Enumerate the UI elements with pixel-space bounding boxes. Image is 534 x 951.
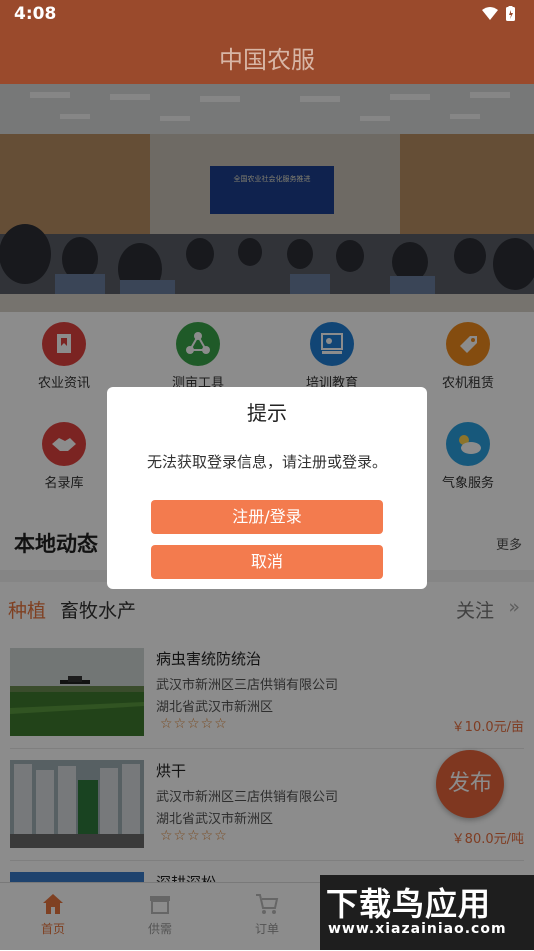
watermark-title: 下载鸟应用 bbox=[326, 885, 492, 923]
register-login-button[interactable]: 注册/登录 bbox=[151, 500, 383, 534]
app-title: 中国农服 bbox=[219, 46, 315, 74]
status-icons bbox=[480, 5, 520, 22]
app-bar: 中国农服 bbox=[0, 28, 534, 84]
watermark-url: www.xiazainiao.com bbox=[328, 921, 507, 937]
status-bar: 4:08 bbox=[0, 0, 534, 28]
wifi-icon bbox=[482, 7, 498, 20]
watermark-logo: 下载鸟应用 www.xiazainiao.com bbox=[320, 875, 534, 950]
status-time: 4:08 bbox=[14, 4, 57, 24]
login-prompt-dialog: 提示 无法获取登录信息，请注册或登录。 注册/登录 取消 bbox=[107, 387, 427, 589]
cancel-button[interactable]: 取消 bbox=[151, 545, 383, 579]
dialog-message: 无法获取登录信息，请注册或登录。 bbox=[146, 453, 387, 471]
dialog-title: 提示 bbox=[247, 401, 287, 425]
